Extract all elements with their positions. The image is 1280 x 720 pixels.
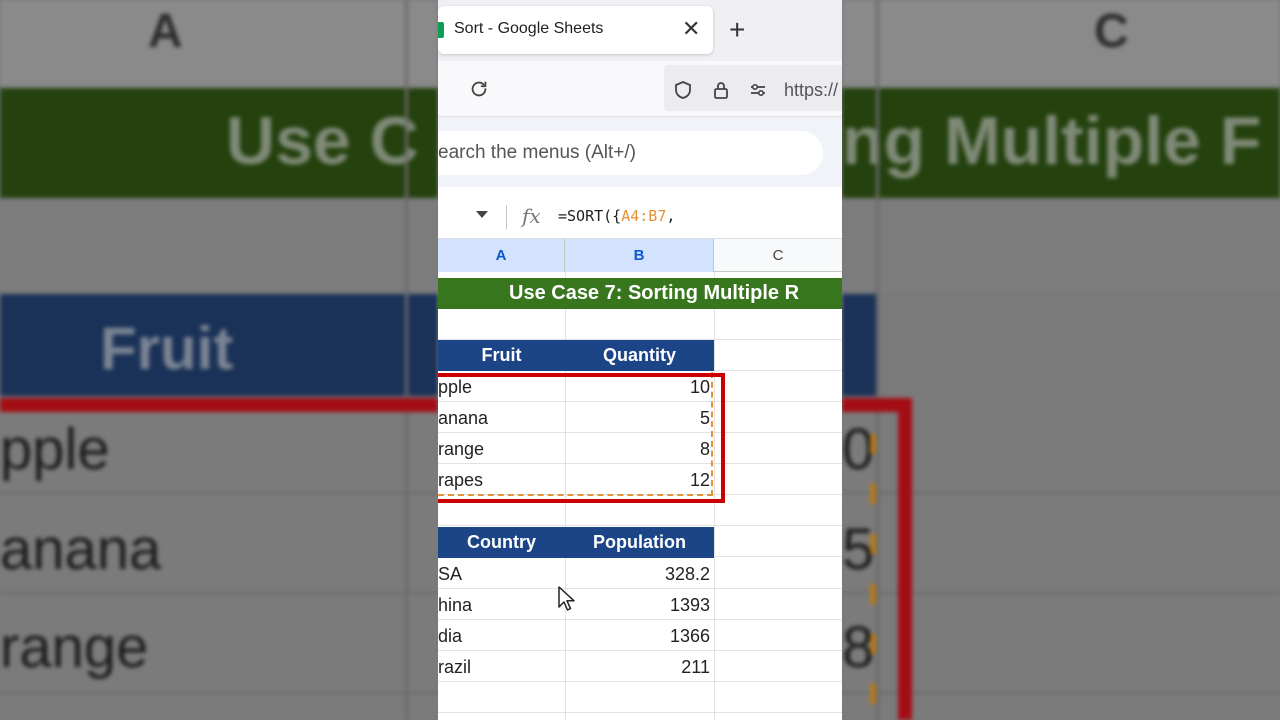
browser-nav-bar: https:// — [438, 61, 842, 117]
country-cell[interactable]: hina — [438, 590, 472, 621]
column-header-a[interactable]: A — [438, 239, 565, 272]
bg-fruit-header: Fruit — [100, 315, 234, 382]
quantity-header-cell[interactable]: Quantity — [565, 340, 714, 371]
highlight-box — [438, 373, 725, 503]
browser-tab-sort[interactable]: Sort - Google Sheets ✕ — [438, 6, 713, 54]
population-cell[interactable]: 328.2 — [565, 559, 710, 590]
reload-icon[interactable] — [468, 78, 490, 100]
formula-prefix: =SORT({ — [558, 207, 622, 225]
mouse-cursor-icon — [558, 586, 575, 611]
shield-icon[interactable] — [673, 80, 693, 100]
close-tab-icon[interactable]: ✕ — [682, 15, 700, 43]
menu-search-row: earch the menus (Alt+/) — [438, 117, 842, 187]
sheet-title-cell[interactable]: Use Case 7: Sorting Multiple R — [438, 278, 842, 309]
blurred-background-right: C ng Multiple F 0 5 8 — [842, 0, 1280, 720]
fx-icon: fx — [522, 204, 541, 228]
menu-search-placeholder: earch the menus (Alt+/) — [438, 142, 637, 163]
sheet-title: Use Case 7: Sorting Multiple R — [509, 282, 800, 304]
country-cell[interactable]: razil — [438, 652, 471, 683]
video-frame: A Use C Fruit pple anana range C ng Mult… — [0, 0, 1280, 720]
formula-input[interactable]: =SORT({A4:B7, — [558, 207, 675, 225]
population-cell[interactable]: 211 — [565, 652, 710, 683]
column-header-b[interactable]: B — [565, 239, 714, 272]
bg-row-text: range — [0, 615, 149, 680]
address-bar[interactable]: https:// — [664, 65, 842, 111]
new-tab-button[interactable]: + — [729, 14, 745, 46]
population-cell[interactable]: 1366 — [565, 621, 710, 652]
population-header-cell[interactable]: Population — [565, 527, 714, 558]
tab-title: Sort - Google Sheets — [454, 20, 604, 37]
menu-search-input[interactable]: earch the menus (Alt+/) — [438, 131, 823, 175]
fruit-header-cell[interactable]: Fruit — [438, 340, 565, 371]
bg-row-text: anana — [0, 517, 162, 582]
browser-tab-strip: Sort - Google Sheets ✕ + — [438, 0, 842, 61]
country-cell[interactable]: dia — [438, 621, 462, 652]
formula-bar-divider — [506, 205, 507, 229]
site-settings-icon[interactable] — [748, 80, 768, 100]
country-cell[interactable]: SA — [438, 559, 462, 590]
sheet-grid[interactable]: Use Case 7: Sorting Multiple R Fruit Qua… — [438, 272, 842, 720]
formula-bar: fx =SORT({A4:B7, — [438, 195, 842, 239]
bg-column-a-label: A — [148, 5, 183, 58]
name-box-dropdown-icon[interactable] — [476, 211, 488, 218]
formula-suffix: , — [666, 207, 676, 225]
bg-title-fragment: ng Multiple F — [842, 103, 1262, 179]
population-cell[interactable]: 1393 — [565, 590, 710, 621]
sheets-window: Sort - Google Sheets ✕ + https:// earch … — [438, 0, 842, 720]
sheets-favicon-icon — [438, 22, 444, 38]
country-header-cell[interactable]: Country — [438, 527, 565, 558]
formula-range-ref: A4:B7 — [621, 207, 667, 225]
bg-row-text: pple — [0, 417, 110, 482]
column-header-c[interactable]: C — [714, 239, 842, 272]
bg-title-fragment: Use C — [226, 103, 419, 179]
lock-icon[interactable] — [711, 80, 731, 100]
blurred-background-left: A Use C Fruit pple anana range — [0, 0, 438, 720]
bg-column-c-label: C — [1094, 5, 1129, 58]
column-headers: A B C — [438, 239, 842, 272]
url-text: https:// — [784, 80, 839, 100]
